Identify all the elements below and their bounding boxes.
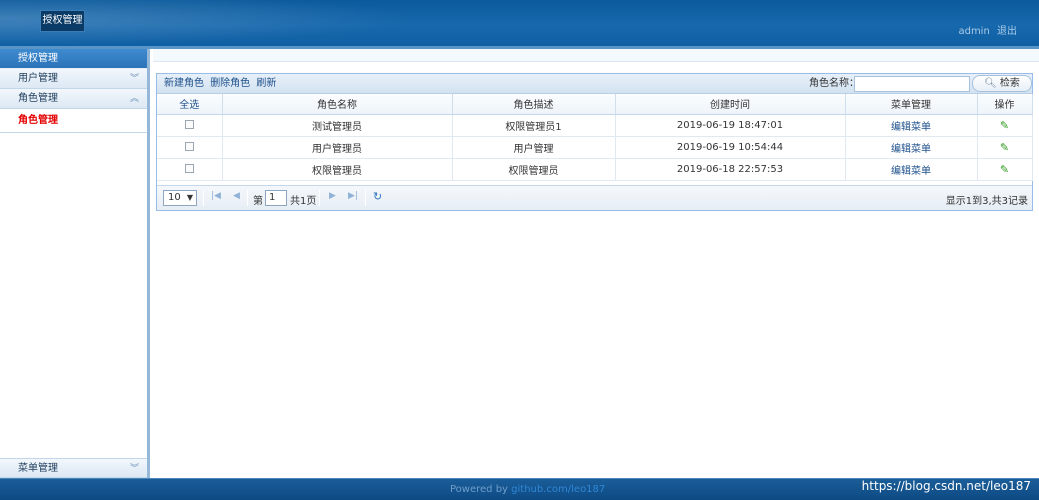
role-desc-cell: 权限管理员 [452, 158, 616, 181]
role-table: 全选 角色名称 角色描述 创建时间 菜单管理 操作 测试管理员 权限管理员1 2… [157, 94, 1033, 181]
column-header-actions: 操作 [977, 94, 1033, 115]
role-name-cell: 测试管理员 [222, 114, 453, 137]
table-row[interactable]: 测试管理员 权限管理员1 2019-06-19 18:47:01 编辑菜单 ✎ [157, 114, 1033, 137]
table-header-row: 全选 角色名称 角色描述 创建时间 菜单管理 操作 [157, 94, 1033, 115]
pager-separator [365, 190, 366, 206]
sidebar-title: 授权管理 [0, 49, 147, 69]
grid-toolbar: 新建角色 删除角色 刷新 角色名称： 🔍︎ 检索 [157, 74, 1032, 94]
blog-watermark: https://blog.csdn.net/leo187 [861, 479, 1031, 493]
sidebar-bottom: 菜单管理 ︾ [0, 458, 147, 478]
role-name-cell: 用户管理员 [222, 136, 453, 159]
delete-role-button[interactable]: 删除角色 [210, 78, 250, 89]
column-header-menu-management: 菜单管理 [845, 94, 978, 115]
powered-by-label: Powered by [450, 484, 508, 495]
first-page-icon[interactable]: |◀ [211, 191, 221, 201]
sidebar-section-label: 用户管理 [18, 73, 58, 84]
last-page-icon[interactable]: ▶| [348, 191, 358, 201]
toolbar-actions: 新建角色 删除角色 刷新 [164, 74, 279, 94]
role-desc-cell: 权限管理员1 [452, 114, 616, 137]
prev-page-icon[interactable]: ◀ [233, 191, 240, 201]
edit-pencil-icon[interactable]: ✎ [1000, 163, 1009, 176]
sidebar-section-user-management[interactable]: 用户管理 ︾ [0, 69, 147, 89]
edit-pencil-icon[interactable]: ✎ [1000, 119, 1009, 132]
page-number-input[interactable]: 1 [265, 190, 287, 206]
role-name-cell: 权限管理员 [222, 158, 453, 181]
dropdown-arrow-icon: ▼ [186, 193, 193, 202]
sidebar-section-label: 菜单管理 [18, 463, 58, 474]
page-total-label: 共1页 [290, 196, 317, 207]
sidebar-section-role-management[interactable]: 角色管理 ︽ [0, 89, 147, 109]
column-header-role-desc: 角色描述 [452, 94, 616, 115]
role-name-search-input[interactable] [854, 76, 970, 92]
pager-separator [203, 190, 204, 206]
chevron-up-icon[interactable]: ︽ [130, 89, 139, 109]
edit-pencil-icon[interactable]: ✎ [1000, 141, 1009, 154]
edit-menu-link[interactable]: 编辑菜单 [891, 144, 931, 155]
row-checkbox[interactable] [184, 142, 194, 151]
search-label: 角色名称： [809, 78, 859, 89]
next-page-icon[interactable]: ▶ [329, 191, 336, 201]
username: admin [958, 26, 990, 37]
search-button[interactable]: 🔍︎ 检索 [972, 75, 1032, 92]
app-logo: 授权管理 [40, 10, 85, 32]
role-desc-cell: 用户管理 [452, 136, 616, 159]
pager-separator [247, 190, 248, 206]
pager-separator [319, 190, 320, 206]
sidebar: 授权管理 用户管理 ︾ 角色管理 ︽ 角色管理 菜单管理 ︾ [0, 49, 150, 478]
table-row[interactable]: 权限管理员 权限管理员 2019-06-18 22:57:53 编辑菜单 ✎ [157, 158, 1033, 181]
select-all-header[interactable]: 全选 [157, 94, 223, 115]
user-area: admin 退出 [954, 22, 1017, 37]
column-header-role-name: 角色名称 [222, 94, 453, 115]
new-role-button[interactable]: 新建角色 [164, 78, 204, 89]
chevron-down-icon[interactable]: ︾ [130, 459, 139, 479]
search-icon: 🔍︎ [984, 78, 997, 89]
main-top-strip [153, 49, 1039, 62]
created-time-cell: 2019-06-19 18:47:01 [615, 114, 846, 137]
created-time-cell: 2019-06-19 10:54:44 [615, 136, 846, 159]
sidebar-section-label: 角色管理 [18, 93, 58, 104]
edit-menu-link[interactable]: 编辑菜单 [891, 122, 931, 133]
page-size-value: 10 [168, 192, 181, 203]
powered-by: Powered by github.com/leo187 [450, 484, 605, 495]
pager-info: 显示1到3,共3记录 [945, 196, 1028, 207]
logout-link[interactable]: 退出 [997, 26, 1017, 37]
pagination-bar: 10 ▼ |◀ ◀ 第 1 共1页 ▶ ▶| ↻ 显示1到3,共3记录 [157, 185, 1032, 210]
sidebar-section-menu-management[interactable]: 菜单管理 ︾ [0, 458, 147, 478]
table-row[interactable]: 用户管理员 用户管理 2019-06-19 10:54:44 编辑菜单 ✎ [157, 136, 1033, 159]
search-button-label: 检索 [999, 78, 1020, 89]
row-checkbox[interactable] [184, 164, 194, 173]
sidebar-item-role-management[interactable]: 角色管理 [0, 109, 147, 133]
page-prefix-label: 第 [253, 196, 263, 207]
app-header: 授权管理 admin 退出 [0, 0, 1039, 46]
page-size-select[interactable]: 10 ▼ [163, 190, 197, 206]
refresh-button[interactable]: 刷新 [256, 78, 276, 89]
created-time-cell: 2019-06-18 22:57:53 [615, 158, 846, 181]
chevron-down-icon[interactable]: ︾ [130, 69, 139, 89]
role-grid-panel: 新建角色 删除角色 刷新 角色名称： 🔍︎ 检索 全选 角色名称 角色描述 创建时… [156, 73, 1033, 211]
edit-menu-link[interactable]: 编辑菜单 [891, 166, 931, 177]
row-checkbox[interactable] [184, 120, 194, 129]
refresh-icon[interactable]: ↻ [373, 190, 382, 203]
main-content: 新建角色 删除角色 刷新 角色名称： 🔍︎ 检索 全选 角色名称 角色描述 创建时… [153, 49, 1039, 478]
column-header-created-time: 创建时间 [615, 94, 846, 115]
github-link[interactable]: github.com/leo187 [511, 484, 605, 495]
